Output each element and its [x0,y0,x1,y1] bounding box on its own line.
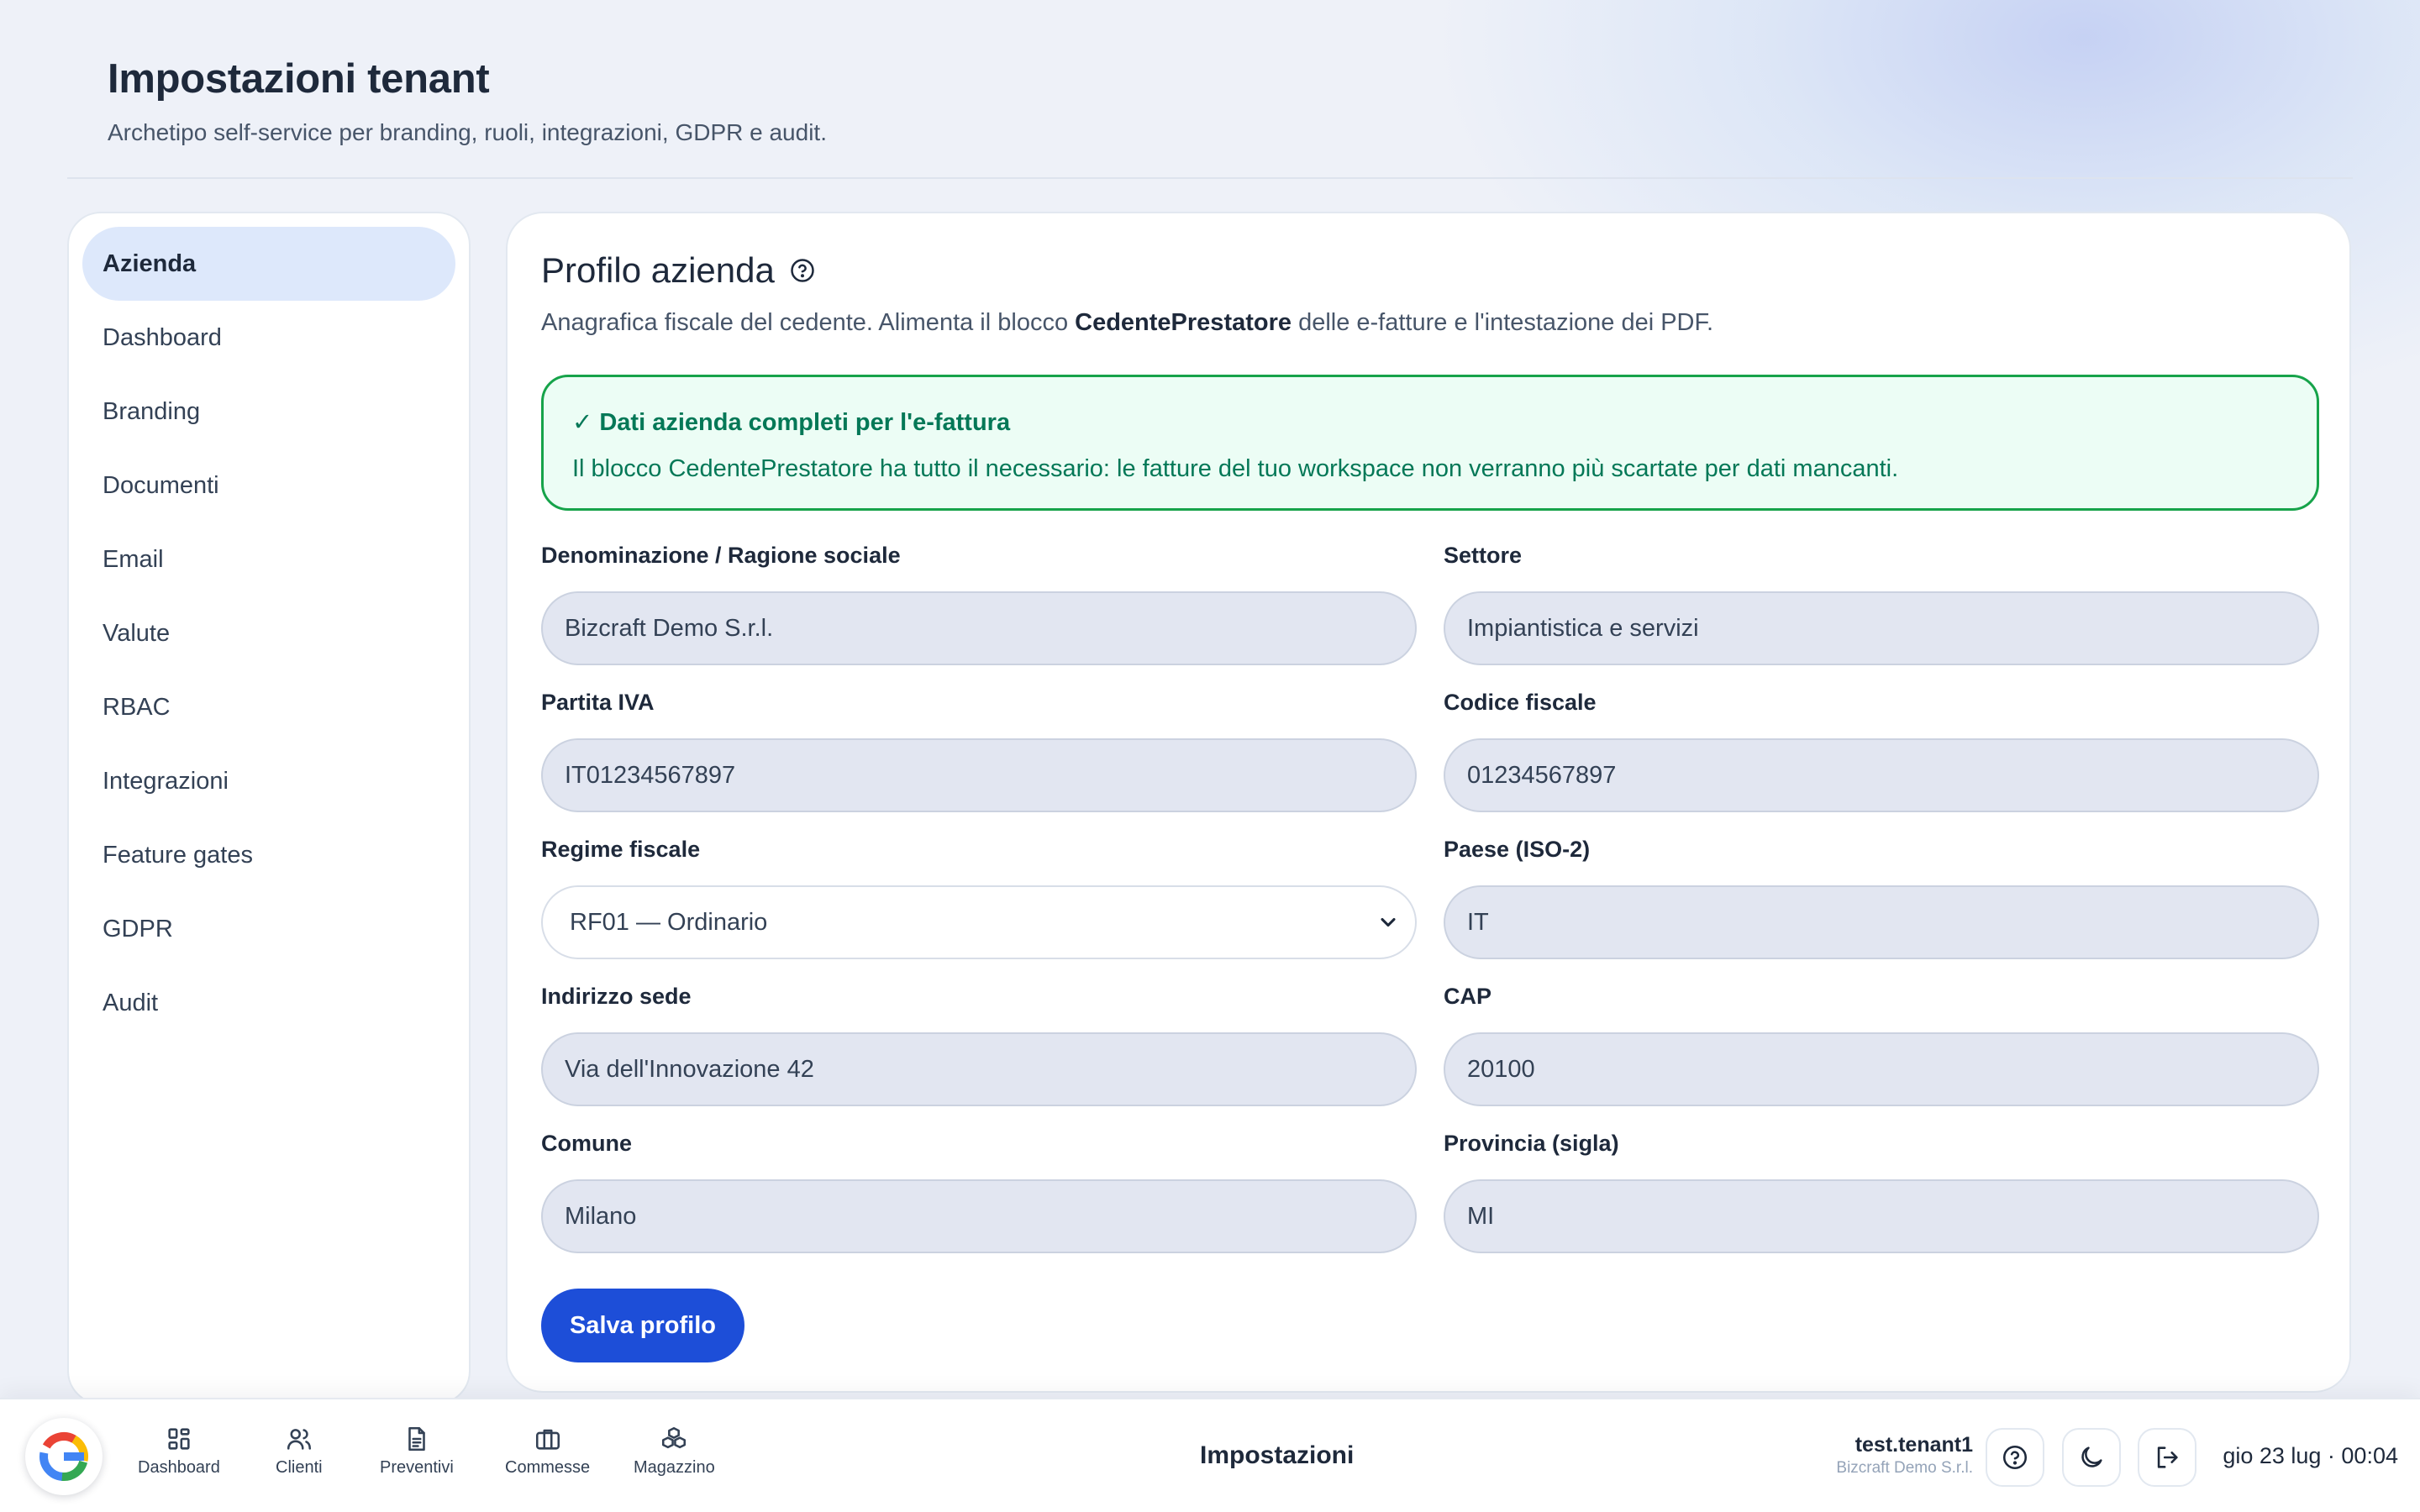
sidebar-item-rbac[interactable]: RBAC [82,670,455,744]
boxes-icon [662,1426,687,1449]
regime-fiscale-select[interactable]: RF01 — Ordinario [541,885,1417,959]
nav-label: Dashboard [138,1458,220,1477]
field-denominazione: Denominazione / Ragione sociale Bizcraft… [541,543,1417,690]
sidebar-item-valute[interactable]: Valute [82,596,455,670]
comune-input[interactable]: Milano [541,1179,1417,1253]
company-form: Denominazione / Ragione sociale Bizcraft… [541,543,2319,1278]
user-company: Bizcraft Demo S.r.l. [1836,1459,1973,1477]
current-section-title: Impostazioni [1200,1441,1355,1469]
cap-input[interactable]: 20100 [1444,1032,2319,1106]
logout-button[interactable] [2138,1428,2196,1487]
nav-label: Magazzino [634,1458,715,1477]
sidebar-item-gdpr[interactable]: GDPR [82,892,455,966]
logout-icon [2157,1446,2178,1468]
field-partita-iva: Partita IVA IT01234567897 [541,690,1417,837]
help-button[interactable] [1986,1428,2044,1487]
user-info[interactable]: test.tenant1 Bizcraft Demo S.r.l. [1836,1433,1973,1478]
panel-title: Profilo azienda [541,250,775,290]
nav-preventivi[interactable]: Preventivi [380,1425,454,1478]
paese-input[interactable]: IT [1444,885,2319,959]
field-label: Codice fiscale [1444,690,1597,715]
nav-commesse[interactable]: Commesse [505,1425,590,1478]
field-comune: Comune Milano [541,1131,1417,1278]
success-alert: ✓ Dati azienda completi per l'e-fattura … [541,375,2319,511]
settings-sidebar: Azienda Dashboard Branding Documenti Ema… [67,212,471,1404]
sidebar-item-feature-gates[interactable]: Feature gates [82,818,455,892]
denominazione-input[interactable]: Bizcraft Demo S.r.l. [541,591,1417,665]
briefcase-icon [535,1429,560,1450]
app-logo[interactable] [25,1418,103,1495]
sidebar-item-azienda[interactable]: Azienda [82,227,455,301]
codice-fiscale-input[interactable]: 01234567897 [1444,738,2319,812]
sidebar-item-email[interactable]: Email [82,522,455,596]
page-title: Impostazioni tenant [108,56,490,102]
field-label: Provincia (sigla) [1444,1131,1619,1156]
field-label: Comune [541,1131,632,1156]
theme-toggle-button[interactable] [2062,1428,2121,1487]
field-settore: Settore Impiantistica e servizi [1444,543,2319,690]
settore-input[interactable]: Impiantistica e servizi [1444,591,2319,665]
panel-description-text-end: delle e-fatture e l'intestazione dei PDF… [1292,309,1714,336]
field-label: Paese (ISO-2) [1444,837,1591,862]
bottom-bar: Dashboard Clienti Preventivi Commesse Ma… [0,1398,2420,1512]
field-label: Regime fiscale [541,837,701,862]
field-label: Settore [1444,543,1523,568]
moon-icon [2081,1446,2102,1467]
users-icon [287,1429,311,1450]
nav-label: Clienti [276,1458,323,1477]
sidebar-item-branding[interactable]: Branding [82,375,455,449]
user-name: test.tenant1 [1854,1433,1973,1457]
app-logo-icon [39,1432,88,1481]
header-divider [67,177,2353,179]
page-subtitle: Archetipo self-service per branding, ruo… [108,119,827,145]
nav-label: Preventivi [380,1458,454,1477]
indirizzo-input[interactable]: Via dell'Innovazione 42 [541,1032,1417,1106]
field-codice-fiscale: Codice fiscale 01234567897 [1444,690,2319,837]
field-cap: CAP 20100 [1444,984,2319,1131]
field-label: CAP [1444,984,1492,1009]
sidebar-item-integrazioni[interactable]: Integrazioni [82,744,455,818]
company-profile-panel: Profilo azienda Anagrafica fiscale del c… [506,212,2351,1393]
nav-label: Commesse [505,1458,591,1477]
nav-magazzino[interactable]: Magazzino [634,1425,715,1478]
page-header: Impostazioni tenant Archetipo self-servi… [108,55,827,146]
save-profile-button[interactable]: Salva profilo [541,1289,744,1362]
document-icon [408,1426,425,1452]
panel-description: Anagrafica fiscale del cedente. Alimenta… [541,309,1713,337]
success-alert-title: ✓ Dati azienda completi per l'e-fattura [572,409,1011,436]
chevron-down-icon [1381,917,1396,927]
field-label: Indirizzo sede [541,984,692,1009]
field-label: Partita IVA [541,690,655,715]
nav-clienti[interactable]: Clienti [276,1425,323,1478]
field-regime-fiscale: Regime fiscale RF01 — Ordinario [541,837,1417,984]
help-circle-icon[interactable] [790,258,815,283]
nav-dashboard[interactable]: Dashboard [138,1425,220,1478]
field-paese: Paese (ISO-2) IT [1444,837,2319,984]
datetime: gio 23 lug · 00:04 [2223,1443,2398,1468]
sidebar-item-audit[interactable]: Audit [82,966,455,1040]
provincia-input[interactable]: MI [1444,1179,2319,1253]
field-provincia: Provincia (sigla) MI [1444,1131,2319,1278]
panel-description-bold: CedentePrestatore [1075,309,1292,336]
regime-fiscale-value: RF01 — Ordinario [570,908,768,936]
panel-title-row: Profilo azienda [541,250,815,291]
field-label: Denominazione / Ragione sociale [541,543,901,568]
panel-description-text: Anagrafica fiscale del cedente. Alimenta… [541,309,1076,336]
sidebar-item-dashboard[interactable]: Dashboard [82,301,455,375]
success-alert-text: Il blocco CedentePrestatore ha tutto il … [572,455,1899,482]
grid-icon [168,1428,190,1450]
partita-iva-input[interactable]: IT01234567897 [541,738,1417,812]
sidebar-item-documenti[interactable]: Documenti [82,449,455,522]
field-indirizzo: Indirizzo sede Via dell'Innovazione 42 [541,984,1417,1131]
help-circle-icon [2002,1445,2028,1470]
